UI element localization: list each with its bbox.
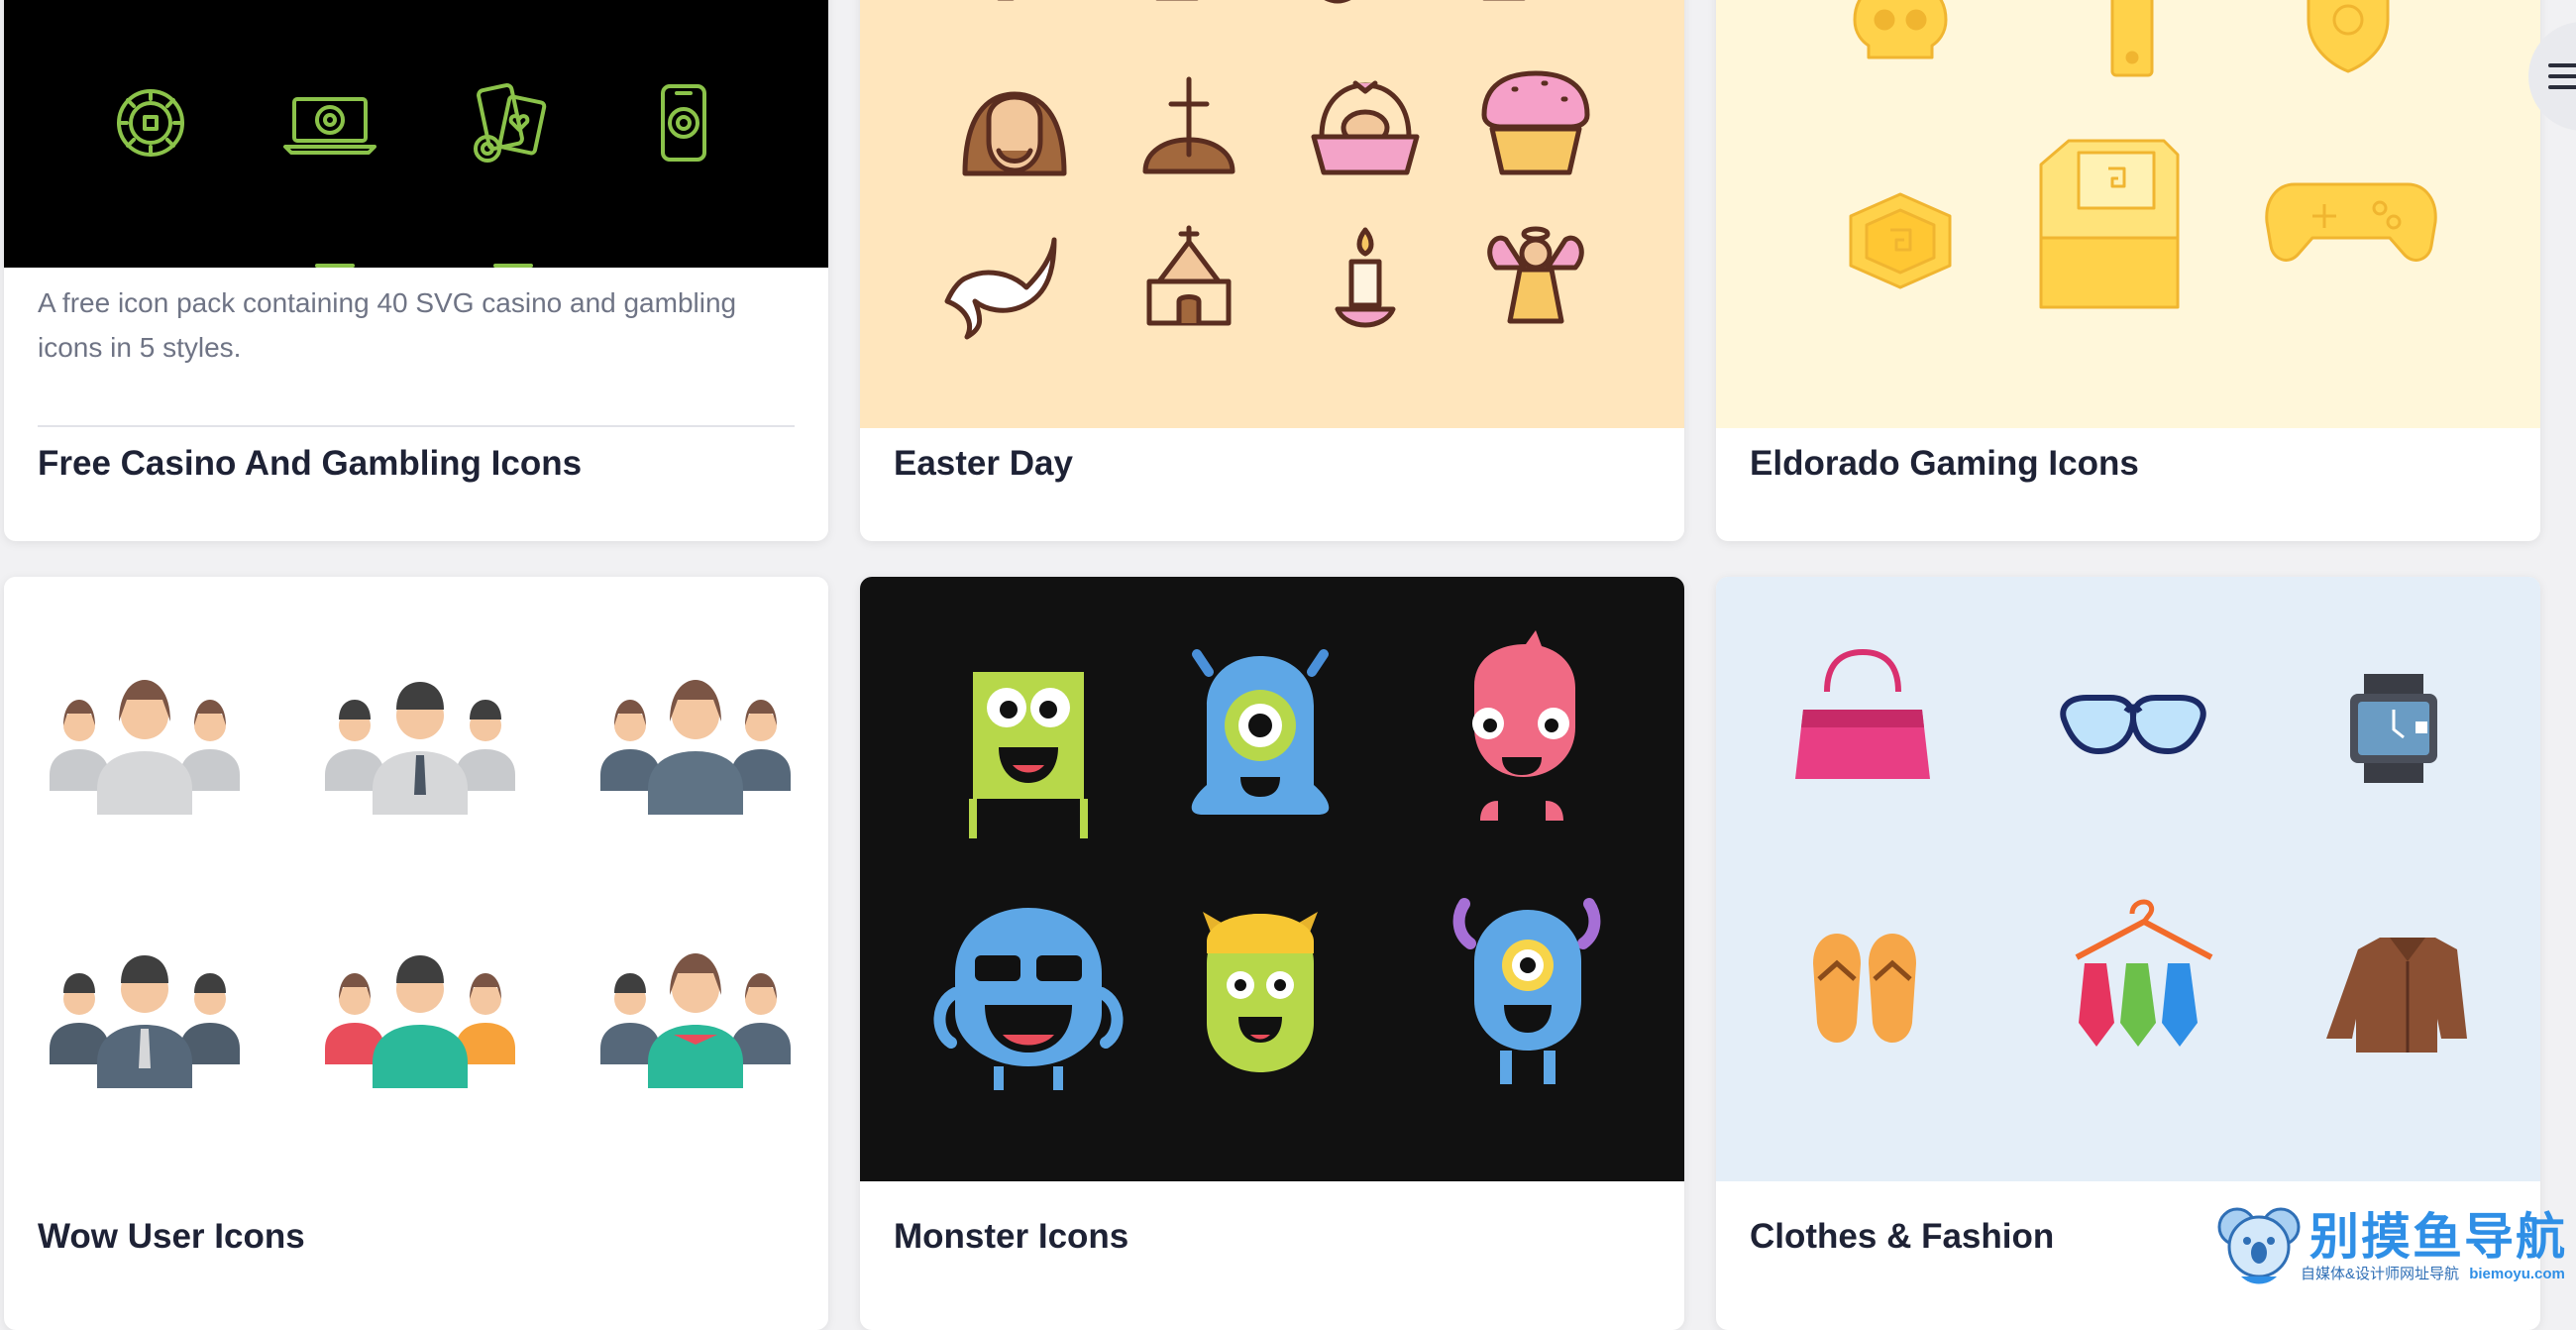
easter-basket-icon xyxy=(1311,80,1420,175)
icon-pack-card-monsters[interactable]: Monster Icons xyxy=(860,577,1684,1330)
cupcake-icon xyxy=(1481,70,1590,175)
icon-pack-card-eldorado[interactable]: Eldorado Gaming Icons xyxy=(1716,0,2540,541)
card-title[interactable]: Eldorado Gaming Icons xyxy=(1750,444,2139,484)
blue-sunglasses-monster-icon xyxy=(933,908,1124,1090)
jacket-icon xyxy=(2326,938,2467,1053)
card-title[interactable]: Monster Icons xyxy=(894,1217,1128,1257)
candle-icon xyxy=(1335,227,1396,328)
church-icon xyxy=(1146,225,1232,326)
console-tower-icon xyxy=(2110,0,2154,77)
pink-monster-icon xyxy=(1472,630,1575,821)
ties-hanger-icon xyxy=(2075,899,2213,1047)
user-group-men-icon xyxy=(325,682,515,815)
card-preview-image[interactable] xyxy=(860,0,1684,428)
card-preview-image[interactable] xyxy=(860,577,1684,1181)
user-group-women-icon xyxy=(50,680,240,815)
blue-horned-cyclops-icon xyxy=(1452,898,1601,1084)
blue-cyclops-monster-icon xyxy=(1191,649,1330,815)
user-group-mixed-icon xyxy=(600,953,791,1088)
phone-chip-icon xyxy=(661,84,706,162)
hamburger-icon xyxy=(2548,63,2576,89)
green-horned-monster-icon xyxy=(1203,912,1318,1072)
dove-icon xyxy=(944,237,1057,340)
icon-pack-card-users[interactable]: Wow User Icons xyxy=(4,577,828,1330)
koala-logo-icon xyxy=(2217,1207,2301,1284)
card-description: A free icon pack containing 40 SVG casin… xyxy=(38,287,737,363)
user-group-color-icon xyxy=(325,955,515,1088)
watermark-url: biemoyu.com xyxy=(2469,1266,2565,1282)
card-title[interactable]: Wow User Icons xyxy=(38,1217,305,1257)
coin-icon xyxy=(1849,192,1952,289)
flip-flops-icon xyxy=(1813,934,1916,1043)
phone-cards-icon xyxy=(474,83,547,163)
handbag-icon xyxy=(1795,648,1930,779)
casino-chip-icon xyxy=(117,89,184,157)
card-title[interactable]: Free Casino And Gambling Icons xyxy=(38,444,582,484)
jesus-icon xyxy=(962,91,1067,176)
card-preview-image[interactable] xyxy=(4,0,828,268)
card-title[interactable]: Easter Day xyxy=(894,444,1073,484)
gamepad-icon xyxy=(2265,182,2437,262)
menu-button[interactable] xyxy=(2528,22,2576,131)
laptop-roulette-icon xyxy=(283,97,376,155)
card-title[interactable]: Clothes & Fashion xyxy=(1750,1217,2054,1257)
wristwatch-icon xyxy=(2350,674,2437,783)
icon-pack-card-easter[interactable]: Easter Day xyxy=(860,0,1684,541)
card-preview-image[interactable] xyxy=(1716,0,2540,428)
shield-icon xyxy=(2307,0,2390,73)
angel-icon xyxy=(1487,226,1584,324)
card-preview-image[interactable] xyxy=(1716,577,2540,1181)
green-box-monster-icon xyxy=(969,672,1088,838)
card-preview-image[interactable] xyxy=(4,577,828,1181)
icon-pack-card-casino[interactable]: A free icon pack containing 40 SVG casin… xyxy=(4,0,828,541)
card-divider xyxy=(38,425,795,427)
user-group-dark-women-icon xyxy=(600,680,791,815)
sunglasses-icon xyxy=(2060,695,2206,755)
grave-cross-icon xyxy=(1142,76,1235,174)
watermark-subtitle: 自媒体&设计师网址导航 biemoyu.com xyxy=(2301,1263,2565,1283)
user-group-business-icon xyxy=(50,955,240,1088)
watermark-title: 别摸鱼导航 xyxy=(2309,1209,2567,1265)
skull-icon xyxy=(1853,0,1948,59)
watermark-tagline: 自媒体&设计师网址导航 xyxy=(2301,1266,2460,1282)
watermark: 别摸鱼导航 自媒体&设计师网址导航 biemoyu.com xyxy=(2215,1197,2576,1288)
arcade-machine-icon xyxy=(2039,139,2180,309)
